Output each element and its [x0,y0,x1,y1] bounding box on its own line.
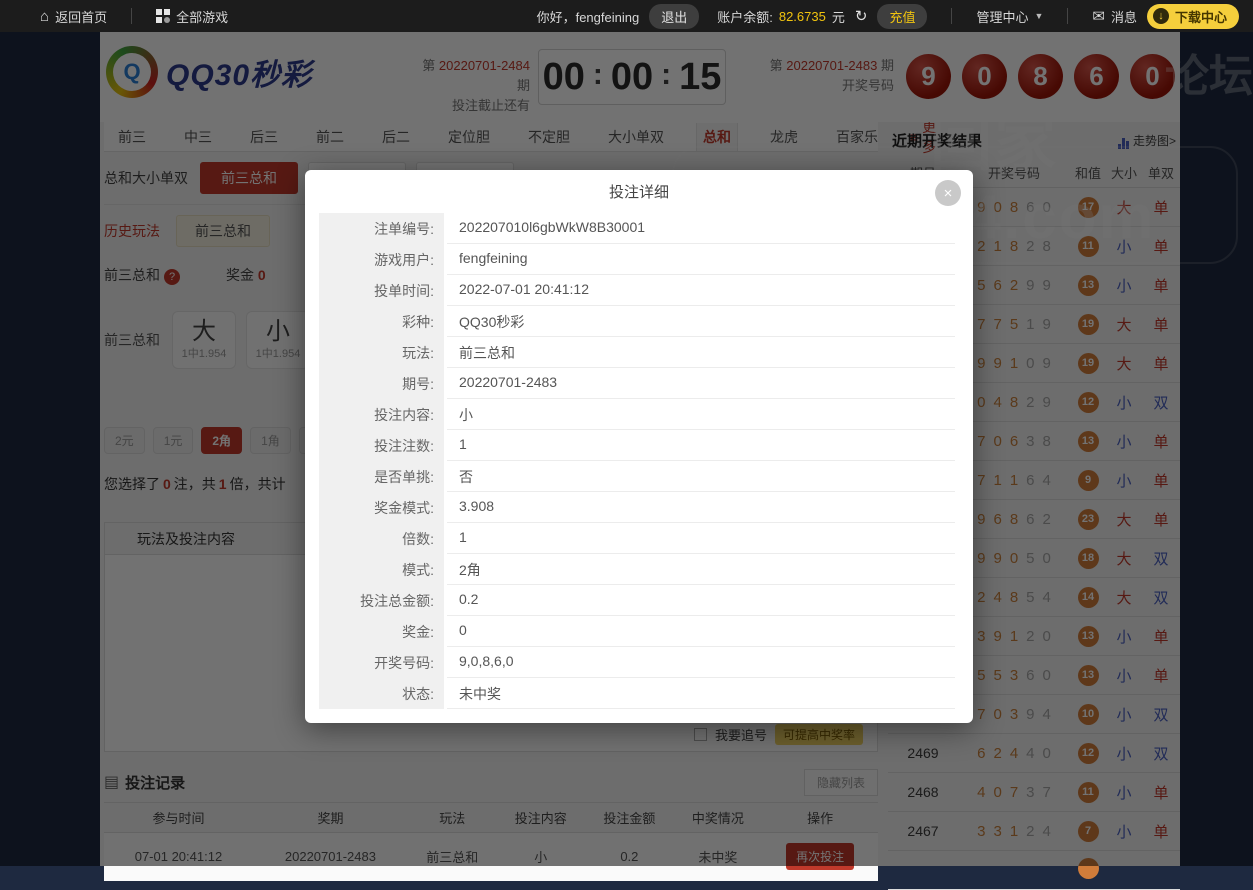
modal-row-label: 倍数: [319,523,444,554]
refresh-balance-icon[interactable]: ↻ [855,7,868,25]
modal-row-label: 期号: [319,368,444,399]
modal-row-value: 1 [447,430,955,461]
modal-detail-row: 投注注数:1 [319,430,955,461]
modal-row-label: 投注注数: [319,430,444,461]
modal-row-value: 9,0,8,6,0 [447,647,955,678]
close-icon[interactable]: × [935,180,961,206]
modal-row-label: 注单编号: [319,213,444,244]
modal-row-label: 投单时间: [319,275,444,306]
modal-detail-row: 奖金模式:3.908 [319,492,955,523]
admin-center-label: 管理中心 [976,7,1028,26]
modal-detail-row: 状态:未中奖 [319,678,955,709]
divider [951,8,952,24]
recharge-button[interactable]: 充值 [877,4,927,29]
messages-link[interactable]: ✉ 消息 [1092,7,1137,26]
modal-row-value: 否 [447,461,955,492]
modal-detail-row: 游戏用户:fengfeining [319,244,955,275]
modal-detail-row: 是否单挑:否 [319,461,955,492]
modal-row-label: 游戏用户: [319,244,444,275]
envelope-icon: ✉ [1092,7,1105,25]
modal-detail-row: 彩种:QQ30秒彩 [319,306,955,337]
modal-detail-row: 期号:20220701-2483 [319,368,955,399]
messages-label: 消息 [1111,7,1137,26]
balance-group: 账户余额: 82.6735 元 [717,7,845,26]
home-link[interactable]: ⌂ 返回首页 [40,7,107,26]
modal-row-label: 模式: [319,554,444,585]
modal-row-label: 奖金: [319,616,444,647]
modal-row-value: 20220701-2483 [447,368,955,399]
modal-row-value: 小 [447,399,955,430]
balance-value: 82.6735 [779,9,826,24]
modal-row-label: 开奖号码: [319,647,444,678]
modal-detail-row: 开奖号码:9,0,8,6,0 [319,647,955,678]
topbar: ⌂ 返回首页 全部游戏 你好，fengfeining 退出 账户余额: 82.6… [0,0,1253,32]
modal-row-label: 状态: [319,678,444,709]
modal-detail-row: 奖金:0 [319,616,955,647]
divider [131,8,132,24]
download-center-label: 下载中心 [1175,7,1227,26]
modal-detail-row: 投注总金额:0.2 [319,585,955,616]
topbar-right: 你好，fengfeining 退出 账户余额: 82.6735 元 ↻ 充值 管… [537,4,1253,29]
modal-row-value: 0 [447,616,955,647]
logout-button[interactable]: 退出 [649,4,699,29]
topbar-left: ⌂ 返回首页 全部游戏 [0,7,228,26]
modal-row-label: 投注总金额: [319,585,444,616]
download-icon: ↓ [1153,8,1169,24]
modal-row-label: 彩种: [319,306,444,337]
modal-row-value: 0.2 [447,585,955,616]
modal-detail-rows: 注单编号:202207010l6gbWkW8B30001游戏用户:fengfei… [319,213,955,709]
download-center-button[interactable]: ↓ 下载中心 [1147,4,1239,29]
modal-row-value: 2022-07-01 20:41:12 [447,275,955,306]
balance-unit: 元 [832,7,845,26]
admin-center-menu[interactable]: 管理中心 ▼ [976,7,1043,26]
modal-row-value: 202207010l6gbWkW8B30001 [447,213,955,244]
balance-label: 账户余额: [717,7,773,26]
modal-detail-row: 投注内容:小 [319,399,955,430]
modal-detail-row: 注单编号:202207010l6gbWkW8B30001 [319,213,955,244]
modal-detail-row: 玩法:前三总和 [319,337,955,368]
all-games-link[interactable]: 全部游戏 [156,7,228,26]
modal-row-value: 前三总和 [447,337,955,368]
modal-row-label: 投注内容: [319,399,444,430]
modal-detail-row: 模式:2角 [319,554,955,585]
modal-row-label: 是否单挑: [319,461,444,492]
home-label: 返回首页 [55,7,107,26]
modal-row-value: 2角 [447,554,955,585]
grid-icon [156,9,170,23]
greeting-text: 你好，fengfeining [537,7,640,26]
modal-row-value: 未中奖 [447,678,955,709]
bet-detail-modal: 投注详细 × 注单编号:202207010l6gbWkW8B30001游戏用户:… [305,170,973,723]
modal-row-label: 奖金模式: [319,492,444,523]
modal-detail-row: 倍数:1 [319,523,955,554]
modal-detail-row: 投单时间:2022-07-01 20:41:12 [319,275,955,306]
modal-row-value: QQ30秒彩 [447,306,955,337]
modal-row-value: fengfeining [447,244,955,275]
home-icon: ⌂ [40,8,49,25]
modal-row-label: 玩法: [319,337,444,368]
modal-row-value: 1 [447,523,955,554]
divider [1067,8,1068,24]
chevron-down-icon: ▼ [1034,11,1043,21]
all-games-label: 全部游戏 [176,7,228,26]
modal-title: 投注详细 [305,170,973,213]
modal-row-value: 3.908 [447,492,955,523]
